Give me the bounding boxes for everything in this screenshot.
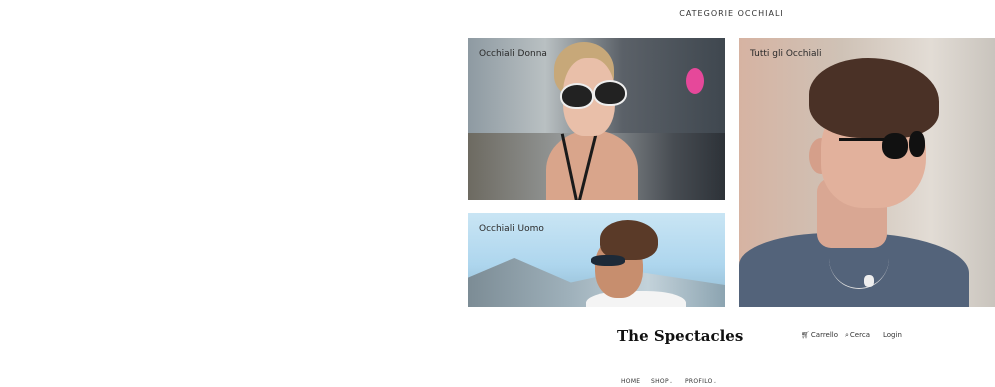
search-icon: ⌕ xyxy=(845,331,849,339)
search-label: Cerca xyxy=(849,331,870,339)
category-label-tutti: Tutti gli Occhiali xyxy=(750,49,822,59)
photo-bokeh xyxy=(686,68,704,94)
cart-link[interactable]: 🛒︎Carrello xyxy=(801,331,838,339)
section-title: CATEGORIE OCCHIALI xyxy=(679,9,784,18)
nav-item-home[interactable]: HOME xyxy=(621,378,640,385)
login-label: Login xyxy=(883,331,902,339)
photo-sunglasses-lens xyxy=(560,83,594,109)
nav-label: PROFILO xyxy=(685,378,713,385)
nav-item-profilo[interactable]: PROFILO⌄ xyxy=(685,378,717,385)
nav-label: HOME xyxy=(621,378,641,385)
photo-pendant xyxy=(864,275,874,287)
chevron-down-icon: ⌄ xyxy=(712,379,718,385)
category-label-uomo: Occhiali Uomo xyxy=(479,224,544,234)
photo-man-hair xyxy=(600,220,658,260)
photo-necklace xyxy=(829,228,889,289)
category-tile-uomo[interactable]: Occhiali Uomo xyxy=(468,213,725,307)
photo-sunglasses xyxy=(591,255,625,266)
category-tile-tutti[interactable]: Tutti gli Occhiali xyxy=(739,38,995,307)
photo-sunglasses-frame xyxy=(839,138,884,141)
cart-label: Carrello xyxy=(810,331,839,339)
category-label-donna: Occhiali Donna xyxy=(479,49,547,59)
photo-sunglasses-lens xyxy=(909,131,925,157)
cart-icon: 🛒︎ xyxy=(801,331,810,339)
photo-sunglasses-lens xyxy=(882,133,908,159)
photo-man-shirt xyxy=(586,291,686,307)
category-tile-donna[interactable]: Occhiali Donna xyxy=(468,38,725,200)
nav-label: SHOP xyxy=(651,378,669,385)
photo-man-hair xyxy=(809,58,939,138)
brand-logo[interactable]: The Spectacles xyxy=(617,327,743,345)
nav-item-shop[interactable]: SHOP⌄ xyxy=(651,378,673,385)
chevron-down-icon: ⌄ xyxy=(668,379,674,385)
login-link[interactable]: Login xyxy=(883,331,902,339)
photo-sunglasses-lens xyxy=(593,80,627,106)
search-link[interactable]: ⌕Cerca xyxy=(845,331,870,340)
